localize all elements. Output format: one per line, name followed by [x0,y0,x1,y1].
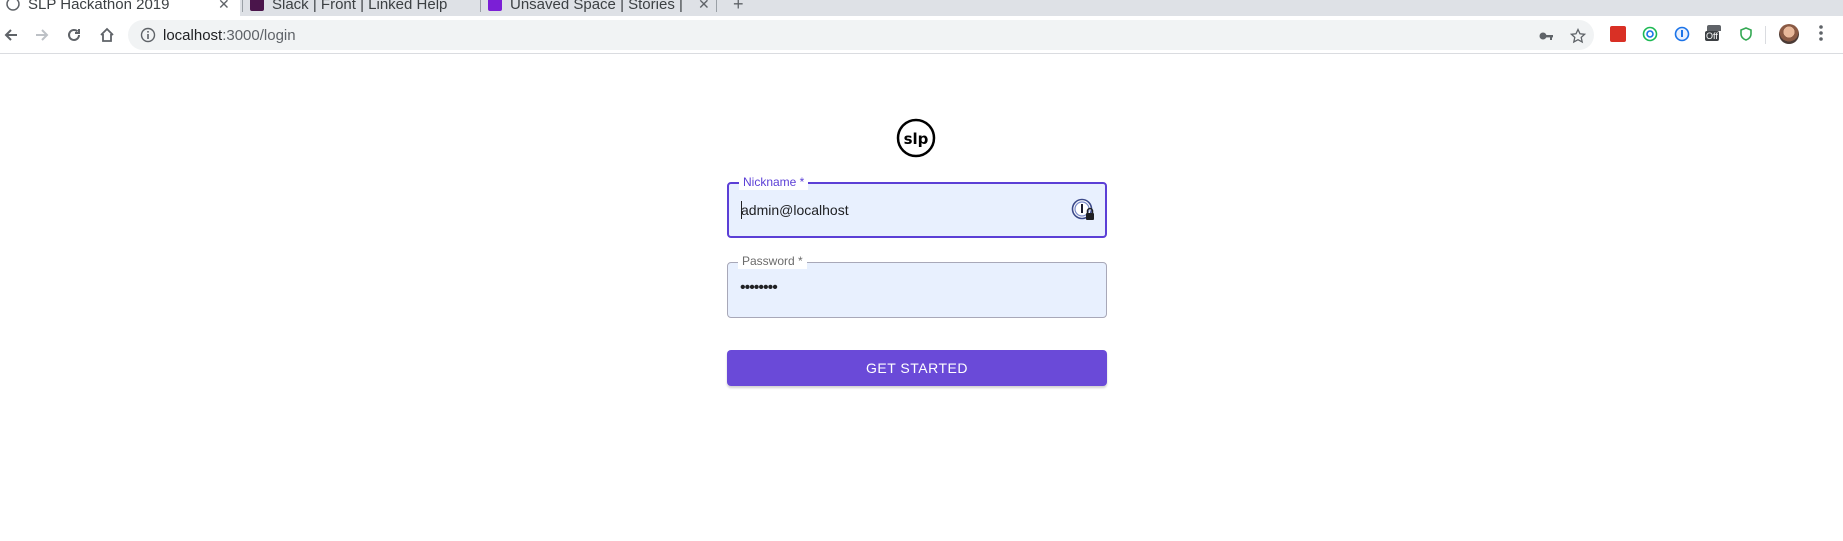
extension-badge: Off [1705,31,1719,41]
forward-button[interactable] [31,24,53,46]
toolbar-divider [1765,26,1766,44]
tab-title: Unsaved Space | Stories | [510,0,683,13]
url-text[interactable]: localhost:3000/login [163,27,296,44]
key-icon[interactable] [1538,28,1554,44]
arrow-left-icon [4,29,17,41]
nickname-input[interactable] [741,202,1041,218]
get-started-button[interactable]: GET STARTED [727,350,1107,386]
extension-adblock-icon[interactable] [1608,24,1628,44]
profile-avatar[interactable] [1779,24,1799,44]
slack-icon [250,0,264,11]
info-icon[interactable] [140,27,156,43]
reload-button[interactable] [63,24,85,46]
arrow-right-icon [36,29,49,41]
tab-divider [480,0,481,12]
reload-icon [68,28,80,41]
tab-slp-hackathon[interactable]: SLP Hackathon 2019 ✕ [0,0,240,16]
text-cursor [741,201,742,219]
tab-stories[interactable]: Unsaved Space | Stories | ✕ [488,0,713,16]
back-button[interactable] [0,24,22,46]
extension-password-manager-icon[interactable] [1672,24,1692,44]
tab-slack[interactable]: Slack | Front | Linked Help [250,0,475,16]
extension-coffee-icon[interactable]: Off [1704,24,1724,44]
close-tab-icon[interactable]: ✕ [698,0,710,13]
tab-title: Slack | Front | Linked Help [272,0,447,13]
home-button[interactable] [96,24,118,46]
more-menu-icon[interactable] [1818,24,1824,42]
extension-shield-icon[interactable] [1736,24,1756,44]
stories-icon [488,0,502,11]
globe-icon [6,0,20,11]
tab-divider [716,0,717,12]
star-icon[interactable] [1570,28,1586,44]
tab-strip: SLP Hackathon 2019 ✕ Slack | Front | Lin… [0,0,1843,16]
password-input[interactable]: •••••••• [740,279,1040,297]
browser-toolbar: localhost:3000/login Off [0,16,1843,54]
slp-logo: slp [896,118,936,158]
password-manager-icon[interactable] [1071,198,1095,222]
home-icon [100,27,114,42]
new-tab-button[interactable]: + [733,0,744,15]
logo-text: slp [904,130,929,148]
url-path: :3000/login [222,27,296,44]
close-tab-icon[interactable]: ✕ [218,0,230,13]
extension-target-icon[interactable] [1640,24,1660,44]
password-label: Password * [738,253,807,269]
tab-divider [242,0,243,12]
nickname-field[interactable]: Nickname * [727,174,1107,238]
tab-title: SLP Hackathon 2019 [28,0,170,13]
password-field[interactable]: Password * •••••••• [727,253,1107,318]
url-host: localhost [163,27,223,44]
address-bar[interactable]: localhost:3000/login [128,20,1594,50]
nickname-label: Nickname * [739,174,809,190]
